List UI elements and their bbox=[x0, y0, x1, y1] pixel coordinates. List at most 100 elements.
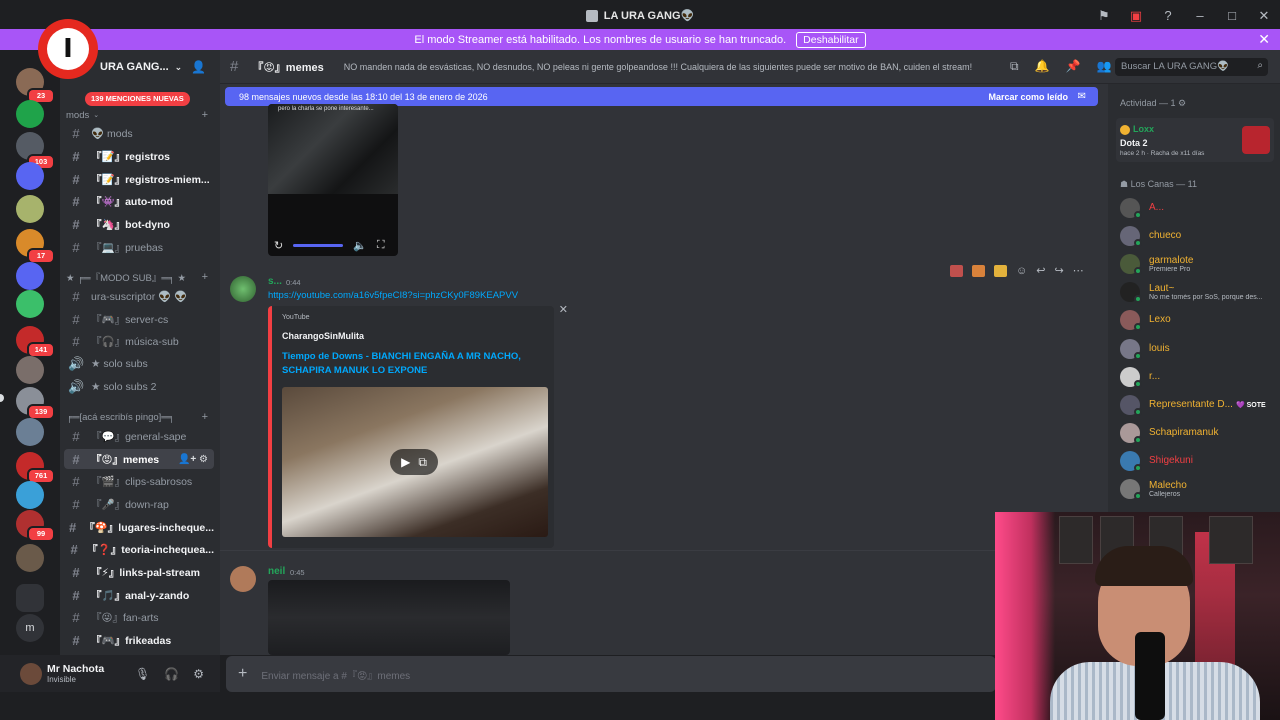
member-item[interactable]: Malecho Callejeros bbox=[1120, 477, 1280, 501]
message-author[interactable]: neil bbox=[268, 566, 285, 577]
channel-lugares[interactable]: ▶#『🍄』lugares-incheque... bbox=[64, 517, 214, 537]
category-aca-escribis[interactable]: ╒═[acá escribís pingo]═╕ + bbox=[66, 410, 216, 424]
channel-down-rap[interactable]: # 『🎤』down-rap bbox=[64, 494, 214, 514]
message-author[interactable]: s... bbox=[268, 276, 282, 287]
folder-icon[interactable] bbox=[16, 584, 44, 612]
message-time: 0:45 bbox=[290, 568, 305, 577]
server-icon[interactable] bbox=[16, 100, 44, 128]
maximize-icon[interactable]: □ bbox=[1224, 8, 1240, 23]
member-item[interactable]: r... bbox=[1120, 365, 1280, 389]
category-modo-sub[interactable]: ★ ╒═『MODO SUB』═╕ ★ + bbox=[66, 270, 216, 284]
member-item[interactable]: A... bbox=[1120, 196, 1280, 220]
microphone-icon[interactable]: 🎙 bbox=[135, 667, 150, 681]
message-composer[interactable]: + Enviar mensaje a #『😡』memes bbox=[226, 656, 996, 692]
help-icon[interactable]: ? bbox=[1160, 8, 1176, 23]
play-button[interactable]: ▶ ⧉ bbox=[390, 449, 438, 475]
close-icon[interactable]: ✕ bbox=[1256, 8, 1272, 24]
channel-general-sape[interactable]: # 『💬』general-sape bbox=[64, 426, 214, 446]
remove-embed-icon[interactable]: ✕ bbox=[559, 303, 568, 316]
member-item[interactable]: garmalote Premiere Pro bbox=[1120, 252, 1280, 276]
channel-clips-sabrosos[interactable]: # 『🎬』clips-sabrosos bbox=[64, 471, 214, 491]
channel-registros-miembros[interactable]: ▶#『📝』registros-miem... bbox=[64, 169, 214, 189]
member-item[interactable]: Shigekuni bbox=[1120, 449, 1280, 473]
server-icon[interactable] bbox=[16, 290, 44, 318]
channel-anal-y-zando[interactable]: ▶#『🎵』anal-y-zando bbox=[64, 585, 214, 605]
reply-icon[interactable]: ↩ bbox=[1036, 264, 1045, 277]
image-attachment[interactable] bbox=[268, 580, 510, 655]
headphones-icon[interactable]: 🎧 bbox=[164, 667, 179, 681]
member-item[interactable]: louis bbox=[1120, 337, 1280, 361]
server-icon[interactable] bbox=[16, 262, 44, 290]
channel-solo-subs[interactable]: 🔊 ★ solo subs bbox=[64, 354, 214, 374]
more-icon[interactable]: ⋯ bbox=[1073, 264, 1084, 277]
disable-streamer-button[interactable]: Deshabilitar bbox=[796, 31, 866, 48]
member-item[interactable]: Lexo bbox=[1120, 308, 1280, 332]
channel-settings-icon[interactable]: 👤+ ⚙ bbox=[178, 454, 208, 465]
fullscreen-icon[interactable]: ⛶ bbox=[377, 239, 385, 252]
add-reaction-icon[interactable]: ☺ bbox=[1016, 265, 1027, 277]
user-info[interactable]: Mr Nachota Invisible bbox=[47, 663, 104, 684]
category-mods[interactable]: mods ⌄ + bbox=[66, 108, 216, 122]
replay-icon[interactable]: ↻ bbox=[274, 239, 283, 252]
reaction-emoji-icon[interactable] bbox=[972, 264, 985, 277]
channel-topic[interactable]: NO manden nada de esvásticas, NO desnudo… bbox=[344, 62, 1024, 72]
channel-auto-mod[interactable]: ▶#『👾』auto-mod bbox=[64, 191, 214, 211]
channel-bot-dyno[interactable]: ▶#『🦄』bot-dyno bbox=[64, 214, 214, 234]
member-item[interactable]: chueco bbox=[1120, 224, 1280, 248]
threads-icon[interactable]: ⧉ bbox=[1010, 59, 1019, 74]
server-icon[interactable] bbox=[16, 418, 44, 446]
reaction-emoji-icon[interactable] bbox=[950, 264, 963, 277]
gear-icon[interactable]: ⚙ bbox=[1178, 98, 1186, 108]
bell-icon[interactable]: 🔔 bbox=[1035, 59, 1050, 74]
members-icon[interactable]: 👥 bbox=[1096, 59, 1111, 74]
embed-title[interactable]: Tiempo de Downs - BIANCHI ENGAÑA A MR NA… bbox=[282, 350, 542, 378]
search-input[interactable]: Buscar LA URA GANG👽 ⌕ bbox=[1115, 58, 1268, 76]
volume-icon[interactable]: 🔈 bbox=[353, 239, 367, 252]
channel-mods[interactable]: # 👽 mods bbox=[64, 123, 214, 143]
create-channel-icon[interactable]: + bbox=[202, 271, 208, 283]
avatar[interactable] bbox=[230, 566, 256, 592]
gear-icon[interactable]: ⚙ bbox=[193, 667, 204, 681]
add-member-icon[interactable]: 👤 bbox=[191, 60, 206, 74]
server-icon[interactable]: m bbox=[16, 614, 44, 642]
channel-ura-suscriptor[interactable]: # ura-suscriptor 👽 👽 bbox=[64, 286, 214, 306]
activity-card[interactable]: Loxx Dota 2 hace 2 h · Racha de x11 días bbox=[1116, 118, 1274, 162]
avatar[interactable] bbox=[20, 662, 42, 685]
reaction-emoji-icon[interactable] bbox=[994, 264, 1007, 277]
channel-frikeadas[interactable]: ▶#『🎮』frikeadas bbox=[64, 630, 214, 650]
video-progress-bar[interactable] bbox=[293, 243, 344, 247]
server-icon[interactable] bbox=[16, 481, 44, 509]
create-channel-icon[interactable]: + bbox=[202, 411, 208, 423]
channel-teoria[interactable]: ▶#『❓』teoria-inchequea... bbox=[64, 539, 214, 559]
member-item[interactable]: Laut~ No me tomés por SoS, porque des... bbox=[1120, 280, 1280, 304]
forward-icon[interactable]: ↪ bbox=[1054, 264, 1063, 277]
embed-author[interactable]: CharangoSinMulita bbox=[282, 331, 364, 341]
channel-musica-sub[interactable]: # 『🎧』música-sub bbox=[64, 331, 214, 351]
channel-solo-subs-2[interactable]: 🔊 ★ solo subs 2 bbox=[64, 377, 214, 397]
new-mentions-pill[interactable]: 139 MENCIONES NUEVAS bbox=[85, 92, 190, 106]
channel-memes[interactable]: ▶#『😡』memes👤+ ⚙ bbox=[64, 449, 214, 469]
embed-thumbnail[interactable]: ▶ ⧉ bbox=[282, 387, 548, 537]
pin-icon[interactable]: 📌 bbox=[1066, 59, 1081, 74]
screen-icon[interactable]: ▣ bbox=[1128, 8, 1144, 24]
banner-close-icon[interactable]: ✕ bbox=[1258, 31, 1270, 48]
server-icon[interactable] bbox=[16, 544, 44, 572]
server-icon[interactable] bbox=[16, 162, 44, 190]
mark-as-read-button[interactable]: Marcar como leído bbox=[988, 92, 1068, 102]
member-item[interactable]: Representante D... 💜 SOTE bbox=[1120, 393, 1280, 417]
video-attachment[interactable]: pero la charla se pone interesante... ↻ … bbox=[268, 104, 398, 256]
channel-pruebas[interactable]: # 『💻』pruebas bbox=[64, 237, 214, 257]
message-link[interactable]: https://youtube.com/a16v5fpeCI8?si=phzCK… bbox=[268, 290, 518, 301]
channel-registros[interactable]: ▶#『📝』registros bbox=[64, 146, 214, 166]
inbox-flag-icon[interactable]: ⚑ bbox=[1096, 8, 1112, 24]
avatar[interactable] bbox=[230, 276, 256, 302]
server-icon[interactable] bbox=[16, 195, 44, 223]
create-channel-icon[interactable]: + bbox=[202, 109, 208, 121]
channel-fan-arts[interactable]: # 『😜』fan-arts bbox=[64, 607, 214, 627]
channel-links-pal-stream[interactable]: ▶#『⚡』links-pal-stream bbox=[64, 562, 214, 582]
channel-server-cs[interactable]: # 『🎮』server-cs bbox=[64, 309, 214, 329]
minimize-icon[interactable]: – bbox=[1192, 8, 1208, 23]
server-icon[interactable] bbox=[16, 356, 44, 384]
member-item[interactable]: Schapiramanuk bbox=[1120, 421, 1280, 445]
attach-plus-icon[interactable]: + bbox=[238, 665, 247, 683]
